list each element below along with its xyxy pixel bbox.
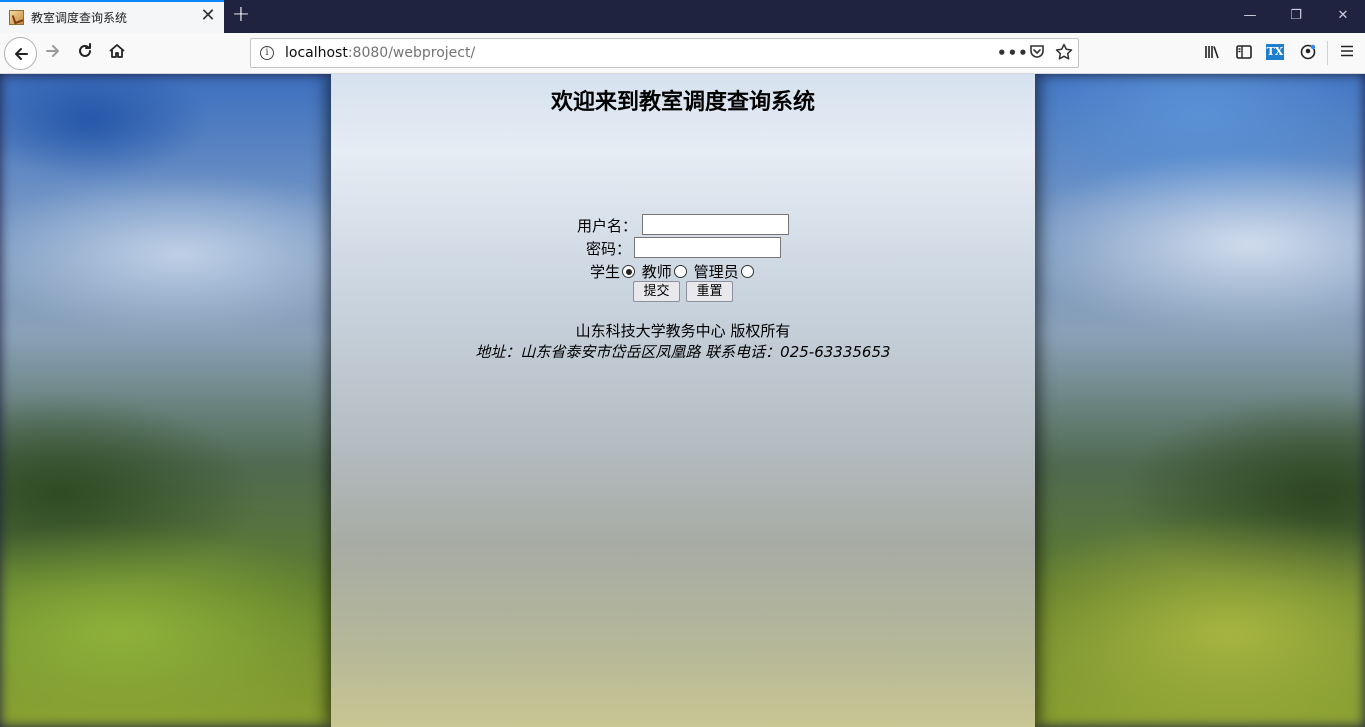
url-path: :8080/webproject/ xyxy=(347,45,476,61)
browser-tab-active[interactable]: 教室调度查询系统 ✕ xyxy=(0,0,224,33)
role-teacher-label: 教师 xyxy=(641,263,672,281)
tab-strip: 教室调度查询系统 ✕ + — ❐ ✕ xyxy=(0,0,1365,33)
library-shape-icon xyxy=(1205,46,1219,59)
role-teacher-radio[interactable] xyxy=(673,265,687,278)
new-tab-button[interactable]: + xyxy=(230,4,252,26)
username-input[interactable] xyxy=(642,214,789,235)
reset-button[interactable]: 重置 xyxy=(686,281,733,302)
site-favicon-icon xyxy=(9,10,24,25)
site-info-icon[interactable]: i xyxy=(260,46,274,60)
star-shape-icon xyxy=(1055,43,1073,60)
role-admin-radio[interactable] xyxy=(740,265,754,278)
bookmark-star-icon[interactable] xyxy=(1054,43,1074,63)
page-actions-icon[interactable]: ••• xyxy=(997,43,1028,63)
back-button[interactable] xyxy=(4,37,37,70)
page-title: 欢迎来到教室调度查询系统 xyxy=(550,90,815,115)
footer-copyright: 山东科技大学教务中心 版权所有 xyxy=(575,322,791,340)
content-panel xyxy=(331,74,1035,727)
password-input[interactable] xyxy=(634,237,781,258)
home-button[interactable] xyxy=(106,42,128,64)
hamburger-shape-icon xyxy=(1341,45,1353,57)
role-student-radio[interactable] xyxy=(622,265,636,278)
back-arrow-icon xyxy=(14,48,28,60)
role-radio-group: 学生 教师 管理员 xyxy=(590,261,756,282)
account-icon[interactable] xyxy=(1298,43,1318,63)
footer-address: 地址：山东省泰安市岱岳区凤凰路 联系电话：025-63335653 xyxy=(475,343,891,361)
sidebar-shape-icon xyxy=(1236,45,1252,59)
navigation-toolbar: i localhost:8080/webproject/ ••• TX xyxy=(0,33,1365,74)
forward-button[interactable] xyxy=(42,42,64,64)
url-host: localhost xyxy=(285,45,348,61)
page-viewport: 欢迎来到教室调度查询系统 用户名： 密码： 学生 教师 管理员 提交 重置 山东… xyxy=(0,74,1365,727)
address-bar[interactable]: i localhost:8080/webproject/ ••• xyxy=(250,38,1079,68)
menu-hamburger-icon[interactable] xyxy=(1337,43,1357,63)
window-minimize-button[interactable]: — xyxy=(1240,6,1260,26)
pocket-icon[interactable] xyxy=(1027,43,1047,63)
account-shape-icon xyxy=(1300,44,1316,60)
sidebar-toggle-icon[interactable] xyxy=(1234,43,1254,63)
window-close-button[interactable]: ✕ xyxy=(1333,6,1353,26)
home-icon xyxy=(109,44,125,58)
pocket-shape-icon xyxy=(1030,45,1044,58)
translate-extension-icon[interactable]: TX xyxy=(1266,44,1284,60)
username-label: 用户名： xyxy=(577,217,638,235)
window-restore-button[interactable]: ❐ xyxy=(1286,6,1306,26)
password-label: 密码： xyxy=(586,240,632,258)
submit-button[interactable]: 提交 xyxy=(633,281,680,302)
forward-arrow-icon xyxy=(46,45,59,57)
library-icon[interactable] xyxy=(1202,43,1222,63)
toolbar-separator xyxy=(1327,41,1328,65)
role-admin-label: 管理员 xyxy=(693,263,739,281)
tab-close-icon[interactable]: ✕ xyxy=(198,6,218,26)
role-student-label: 学生 xyxy=(590,263,621,281)
tab-title: 教室调度查询系统 xyxy=(31,11,128,25)
reload-icon xyxy=(79,43,91,57)
url-text: localhost:8080/webproject/ xyxy=(285,45,475,61)
reload-button[interactable] xyxy=(74,42,96,64)
